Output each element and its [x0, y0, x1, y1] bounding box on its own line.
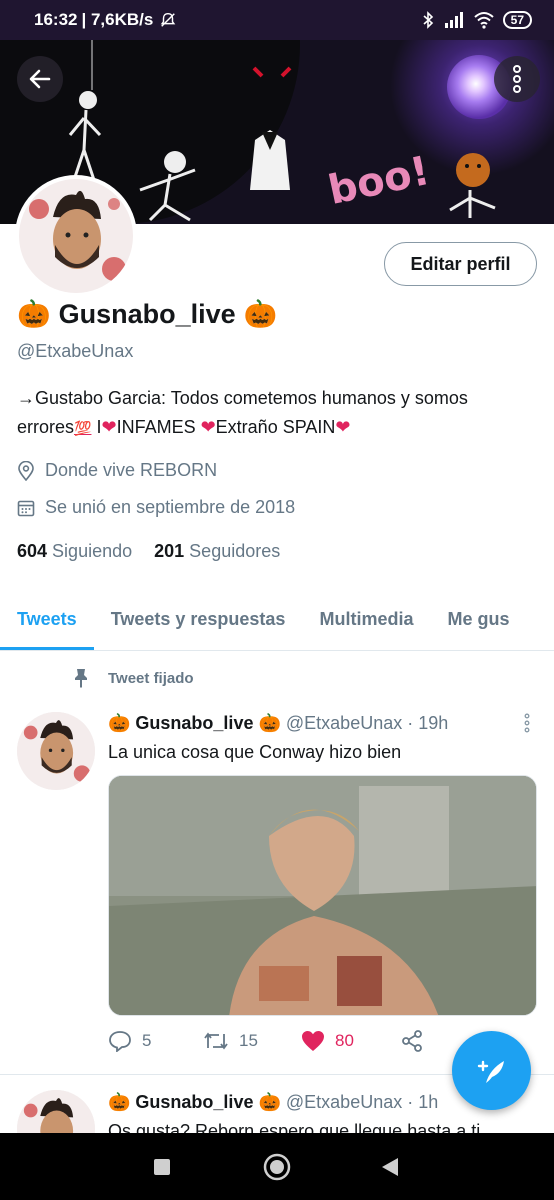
pumpkin-emoji: 🎃: [258, 713, 281, 733]
tab-likes[interactable]: Me gus: [430, 595, 526, 650]
pin-icon: [75, 669, 87, 688]
tweet-author[interactable]: 🎃 Gusnabo_live 🎃: [108, 1092, 281, 1113]
tweet-media-image[interactable]: [108, 775, 537, 1016]
status-bar: 16:32 | 7,6KB/s 57: [0, 0, 554, 40]
more-vertical-icon: [513, 65, 521, 93]
dnd-off-icon: [161, 12, 176, 27]
arrow-left-icon: [29, 69, 51, 89]
tweet-avatar[interactable]: [17, 712, 95, 790]
tweet-text: La unica cosa que Conway hizo bien: [108, 742, 402, 762]
profile-avatar[interactable]: [15, 175, 137, 297]
square-icon: [154, 1158, 170, 1175]
edit-profile-button[interactable]: Editar perfil: [384, 242, 537, 286]
heart-emoji: ❤: [335, 417, 351, 437]
bio-text: I: [91, 417, 102, 437]
profile-joined: Se unió en septiembre de 2018: [17, 497, 295, 518]
triangle-back-icon: [382, 1157, 398, 1176]
tweet-actions: 5 15 80: [108, 1030, 438, 1052]
profile-handle: @EtxabeUnax: [17, 341, 134, 361]
reply-icon: [109, 1031, 131, 1052]
signal-icon: [444, 12, 463, 28]
recents-button[interactable]: [132, 1133, 192, 1200]
pinned-tweet-label: Tweet fijado: [72, 668, 194, 688]
compose-tweet-button[interactable]: [452, 1031, 531, 1110]
following-link[interactable]: 604 Siguiendo: [17, 541, 132, 562]
tweet-time: · 19h: [407, 713, 449, 733]
display-name-text: Gusnabo_live: [58, 298, 236, 329]
share-icon: [402, 1030, 422, 1052]
profile-display-name: 🎃 Gusnabo_live 🎃: [17, 298, 277, 330]
home-circle-icon: [263, 1153, 291, 1180]
home-button[interactable]: [247, 1133, 307, 1200]
status-time: 16:32: [34, 10, 78, 29]
pumpkin-emoji: 🎃: [243, 299, 278, 329]
bluetooth-icon: [423, 11, 433, 29]
joined-text: Se unió en septiembre de 2018: [45, 497, 296, 517]
retweet-count: 15: [239, 1031, 258, 1050]
followers-label: Seguidores: [189, 541, 281, 561]
compose-feather-icon: [477, 1060, 504, 1083]
tab-tweets[interactable]: Tweets: [0, 595, 94, 650]
back-nav-button[interactable]: [360, 1133, 420, 1200]
pumpkin-emoji: 🎃: [258, 1092, 281, 1112]
battery-icon: 57: [502, 11, 532, 29]
tweet-author-name: Gusnabo_live: [135, 713, 254, 733]
tweet-author[interactable]: 🎃 Gusnabo_live 🎃: [108, 713, 281, 734]
tweet-header: 🎃 Gusnabo_live 🎃 @EtxabeUnax · 1h: [108, 1092, 438, 1113]
pumpkin-emoji: 🎃: [108, 713, 131, 733]
wifi-icon: [473, 12, 494, 29]
tweet-header: 🎃 Gusnabo_live 🎃 @EtxabeUnax · 19h: [108, 713, 448, 734]
reply-button[interactable]: 5: [108, 1030, 203, 1052]
heart-filled-icon: [302, 1031, 324, 1051]
back-button[interactable]: [17, 56, 63, 102]
like-button[interactable]: 80: [301, 1030, 401, 1052]
profile-location: Donde vive REBORN: [17, 460, 217, 481]
profile-tabs: Tweets Tweets y respuestas Multimedia Me…: [0, 595, 554, 651]
like-count: 80: [335, 1031, 354, 1050]
tweet-more-icon[interactable]: [520, 713, 534, 733]
hundred-emoji: 💯: [74, 420, 92, 436]
share-button[interactable]: [401, 1030, 423, 1052]
location-text: Donde vive REBORN: [45, 460, 218, 480]
reply-count: 5: [142, 1031, 152, 1050]
retweet-button[interactable]: 15: [203, 1030, 301, 1052]
tab-media[interactable]: Multimedia: [302, 595, 430, 650]
following-label: Siguiendo: [52, 541, 133, 561]
system-nav-bar: [0, 1133, 554, 1200]
location-pin-icon: [18, 460, 34, 481]
status-icons: 57: [421, 11, 532, 29]
more-options-button[interactable]: [494, 56, 540, 102]
followers-count: 201: [154, 541, 185, 561]
tweet-handle: @EtxabeUnax: [285, 1092, 403, 1112]
followers-link[interactable]: 201 Seguidores: [154, 541, 280, 562]
follow-stats: 604 Siguiendo 201 Seguidores: [17, 541, 280, 562]
calendar-icon: [17, 500, 35, 516]
status-network-speed: | 7,6KB/s: [81, 10, 154, 29]
profile-bio: →Gustabo Garcia: Todos cometemos humanos…: [17, 384, 537, 443]
following-count: 604: [17, 541, 48, 561]
tweet-time: · 1h: [407, 1092, 439, 1112]
pinned-text: Tweet fijado: [108, 669, 194, 687]
tab-tweets-replies[interactable]: Tweets y respuestas: [94, 595, 303, 650]
pumpkin-emoji: 🎃: [108, 1092, 131, 1112]
bio-text: Extraño SPAIN: [215, 417, 336, 437]
pumpkin-emoji: 🎃: [17, 299, 51, 329]
retweet-icon: [204, 1032, 228, 1050]
tweet-handle: @EtxabeUnax: [285, 713, 403, 733]
bio-text: INFAMES: [116, 417, 201, 437]
heart-emoji: ❤: [101, 417, 117, 437]
heart-emoji: ❤: [200, 417, 216, 437]
tweet-author-name: Gusnabo_live: [135, 1092, 254, 1112]
